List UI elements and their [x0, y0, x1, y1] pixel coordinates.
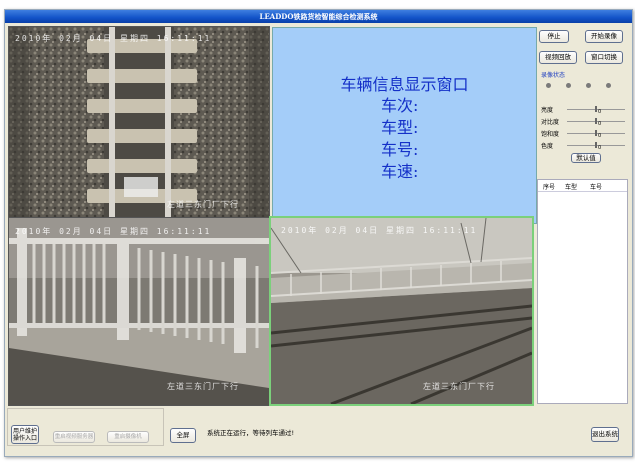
- record-indicator-4: [606, 83, 611, 88]
- contrast-slider-thumb[interactable]: [595, 118, 597, 124]
- exit-system-button[interactable]: 退出系统: [591, 427, 619, 442]
- contrast-label: 对比度: [541, 119, 560, 126]
- record-indicator-2: [566, 83, 571, 88]
- record-indicator-1: [546, 83, 551, 88]
- window-title: LEADDO铁路货检智能综合检测系统: [5, 10, 632, 23]
- hue-slider-thumb[interactable]: [595, 142, 597, 148]
- camera-location: 左道三东门厂下行: [167, 382, 239, 391]
- column-header-car-number[interactable]: 车号: [590, 182, 602, 191]
- camera-feed-side-railing[interactable]: 2010年 02月 04日 星期四 16:11:11 左道三东门厂下行: [8, 217, 270, 406]
- hue-value: 0: [598, 145, 602, 151]
- vehicle-list-table[interactable]: 序号 车型 车号: [537, 179, 628, 404]
- camera-feed-track-perspective[interactable]: 2010年 02月 04日 星期四 16:11:11 左道三东门厂下行: [269, 216, 534, 406]
- fullscreen-button[interactable]: 全屏: [170, 428, 196, 443]
- start-record-button[interactable]: 开始录像: [585, 30, 623, 43]
- train-number-label: 车次:: [381, 96, 419, 115]
- track-overhead-image: [9, 27, 269, 222]
- camera-location: 左道三东门厂下行: [167, 200, 239, 209]
- video-playback-button[interactable]: 视频回放: [539, 51, 577, 64]
- app-window: LEADDO铁路货检智能综合检测系统 2010年 02月 04日 星期四 16:…: [4, 9, 633, 457]
- user-maintenance-button[interactable]: 用户维护 操作入口: [11, 425, 39, 444]
- track-perspective-image: [271, 218, 532, 404]
- brightness-value: 0: [598, 109, 602, 115]
- saturation-label: 饱和度: [541, 131, 560, 138]
- operation-entry-label: 操作入口: [12, 435, 37, 442]
- table-header-row: 序号 车型 车号: [538, 180, 627, 192]
- system-status-text: 系统正在运行，等待列车通过!: [207, 429, 295, 437]
- hue-label: 色度: [541, 143, 554, 150]
- restart-video-server-button[interactable]: 重启视频服务器: [53, 431, 95, 443]
- vehicle-model-label: 车型:: [381, 118, 419, 137]
- user-maintenance-label: 用户维护: [12, 428, 37, 435]
- camera-location: 左道三东门厂下行: [423, 382, 495, 391]
- camera-feed-track-overhead[interactable]: 2010年 02月 04日 星期四 16:11:11 左道三东门厂下行: [8, 26, 270, 223]
- default-button[interactable]: 默认值: [571, 153, 601, 163]
- camera-timestamp: 2010年 02月 04日 星期四 16:11:11: [281, 226, 478, 235]
- column-header-index[interactable]: 序号: [543, 182, 555, 191]
- car-number-label: 车号:: [381, 140, 419, 159]
- speed-label: 车速:: [381, 162, 419, 181]
- column-header-model[interactable]: 车型: [565, 182, 577, 191]
- brightness-label: 亮度: [541, 107, 554, 114]
- camera-timestamp: 2010年 02月 04日 星期四 16:11:11: [15, 227, 212, 236]
- camera-timestamp: 2010年 02月 04日 星期四 16:11:11: [15, 34, 212, 43]
- saturation-value: 0: [598, 133, 602, 139]
- restart-camera-button[interactable]: 重启摄像机: [107, 431, 149, 443]
- contrast-value: 0: [598, 121, 602, 127]
- window-switch-button[interactable]: 窗口切换: [585, 51, 623, 64]
- vehicle-info-window: 车辆信息显示窗口 车次: 车型: 车号: 车速:: [272, 27, 537, 224]
- record-status-label: 录像状态: [541, 72, 566, 79]
- stop-button[interactable]: 停止: [539, 30, 569, 43]
- saturation-slider-thumb[interactable]: [595, 130, 597, 136]
- side-railing-image: [9, 218, 269, 405]
- brightness-slider-thumb[interactable]: [595, 106, 597, 112]
- record-indicator-3: [586, 83, 591, 88]
